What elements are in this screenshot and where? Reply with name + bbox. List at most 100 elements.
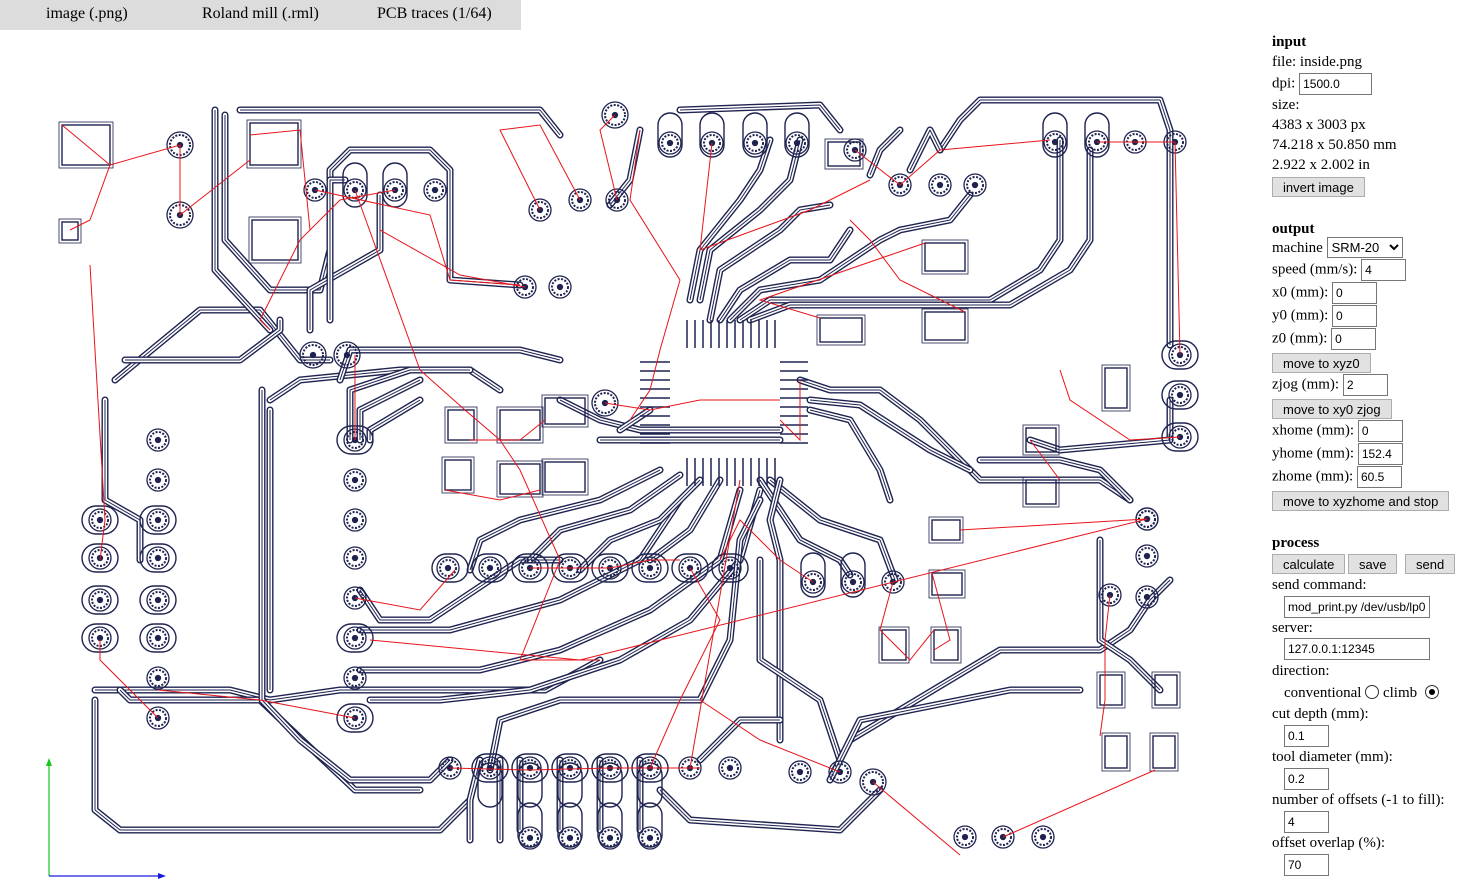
pad-center — [566, 764, 574, 772]
pad-center — [1051, 138, 1059, 146]
overlap-input[interactable] — [1284, 854, 1329, 876]
pad-rect — [931, 572, 963, 596]
send-button[interactable]: send — [1405, 554, 1456, 574]
climb-radio[interactable] — [1424, 685, 1439, 699]
pad-center — [351, 674, 359, 682]
trace-path-center — [699, 719, 780, 761]
pad-rect — [1025, 479, 1057, 505]
pad-center — [646, 564, 654, 572]
xhome-input[interactable] — [1357, 420, 1403, 442]
x0-row: x0 (mm): — [1272, 282, 1377, 304]
rapid-move — [872, 781, 961, 856]
pad-center — [971, 181, 979, 189]
pad-center — [351, 476, 359, 484]
trace-path-inner — [757, 557, 843, 763]
zhome-input[interactable] — [1356, 466, 1402, 488]
trace-path-inner — [747, 147, 1093, 323]
trace-path-inner — [697, 717, 783, 763]
trace-path-inner — [102, 397, 143, 563]
zhome-row: zhome (mm): — [1272, 466, 1402, 488]
trace-path-inner — [697, 137, 803, 303]
pad-center — [309, 351, 317, 359]
climb-label: climb — [1382, 685, 1418, 701]
pad-center — [726, 564, 734, 572]
pad-rect — [924, 311, 966, 341]
rapid-move — [629, 279, 681, 421]
machine-select[interactable]: SRM-20 — [1326, 237, 1403, 258]
tool-diameter-input[interactable] — [1284, 768, 1329, 790]
trace-path-inner — [797, 377, 1133, 503]
pad-rect-outline — [921, 239, 969, 275]
rapid-move — [109, 144, 251, 217]
pad-rect — [1104, 735, 1128, 769]
cut-depth-input[interactable] — [1284, 725, 1329, 747]
trace-path-center — [769, 479, 896, 581]
pad-rect — [1152, 735, 1176, 769]
pad-center — [961, 833, 969, 841]
output-section-title: output — [1272, 221, 1315, 237]
pad-center — [444, 564, 452, 572]
zjog-input[interactable] — [1342, 374, 1388, 396]
move-to-xy0-zjog-button[interactable]: move to xy0 zjog — [1272, 399, 1392, 419]
y0-row: y0 (mm): — [1272, 305, 1377, 327]
overlap-label: offset overlap (%): — [1272, 835, 1386, 851]
pad-rect — [1099, 674, 1123, 706]
trace-path-inner — [807, 407, 893, 503]
server-input[interactable] — [1284, 638, 1430, 660]
move-to-xyz0-button[interactable]: move to xyz0 — [1272, 353, 1371, 373]
z0-input[interactable] — [1331, 328, 1377, 350]
trace-path — [356, 486, 744, 674]
pad-rect — [931, 519, 961, 541]
trace-path-inner — [867, 127, 903, 178]
speed-label: speed (mm/s): — [1272, 261, 1358, 278]
size-label: size: — [1272, 97, 1300, 113]
trace-path-inner — [767, 477, 783, 743]
yhome-input[interactable] — [1357, 443, 1403, 465]
pad-rect — [249, 122, 299, 166]
trace-path — [306, 191, 384, 334]
toolpath-canvas[interactable] — [0, 30, 1262, 879]
trace-path-inner — [357, 487, 743, 673]
conventional-label: conventional — [1284, 685, 1362, 701]
menu-image-png[interactable]: image (.png) — [46, 5, 128, 23]
x0-input[interactable] — [1332, 282, 1377, 304]
conventional-radio[interactable] — [1365, 685, 1380, 699]
dpi-input[interactable] — [1299, 73, 1373, 95]
calculate-button[interactable]: calculate — [1272, 554, 1346, 574]
trace-path-inner — [807, 397, 973, 473]
pad-center — [666, 139, 674, 147]
trace-path — [606, 126, 644, 209]
pad-center — [1143, 593, 1151, 601]
pad-rect — [251, 219, 299, 261]
pad-rect — [499, 409, 541, 441]
move-to-xyzhome-button[interactable]: move to xyzhome and stop — [1272, 491, 1450, 511]
pad-center — [556, 283, 564, 291]
y-axis-arrow — [46, 758, 52, 766]
dpi-label: dpi: — [1272, 75, 1296, 92]
cut-depth-label: cut depth (mm): — [1272, 706, 1369, 722]
pad-rect — [61, 221, 79, 241]
rapid-move — [61, 124, 111, 231]
pad-center — [154, 596, 162, 604]
trace-path — [746, 146, 1094, 324]
trace-path-center — [360, 489, 741, 671]
invert-image-button[interactable]: invert image — [1272, 177, 1365, 197]
speed-input[interactable] — [1361, 259, 1407, 281]
file-name: inside.png — [1299, 54, 1362, 70]
send-command-input[interactable] — [1284, 596, 1430, 618]
offsets-input[interactable] — [1284, 811, 1329, 833]
pcb-trace-toolpaths — [58, 96, 1199, 850]
menu-pcb-traces[interactable]: PCB traces (1/64) — [377, 5, 492, 23]
pad-center — [154, 436, 162, 444]
pad-rect-outline — [921, 308, 969, 344]
zjog-label: zjog (mm): — [1272, 376, 1340, 393]
menu-roland-mill-rml[interactable]: Roland mill (.rml) — [202, 5, 319, 23]
pad-rect-outline — [444, 406, 478, 444]
input-section-title: input — [1272, 34, 1307, 50]
y0-input[interactable] — [1332, 305, 1377, 327]
pad-rect — [544, 461, 586, 493]
direction-options: conventional climb — [1284, 683, 1439, 703]
yhome-row: yhome (mm): — [1272, 443, 1403, 465]
pad-center — [351, 516, 359, 524]
save-button[interactable]: save — [1348, 554, 1398, 574]
